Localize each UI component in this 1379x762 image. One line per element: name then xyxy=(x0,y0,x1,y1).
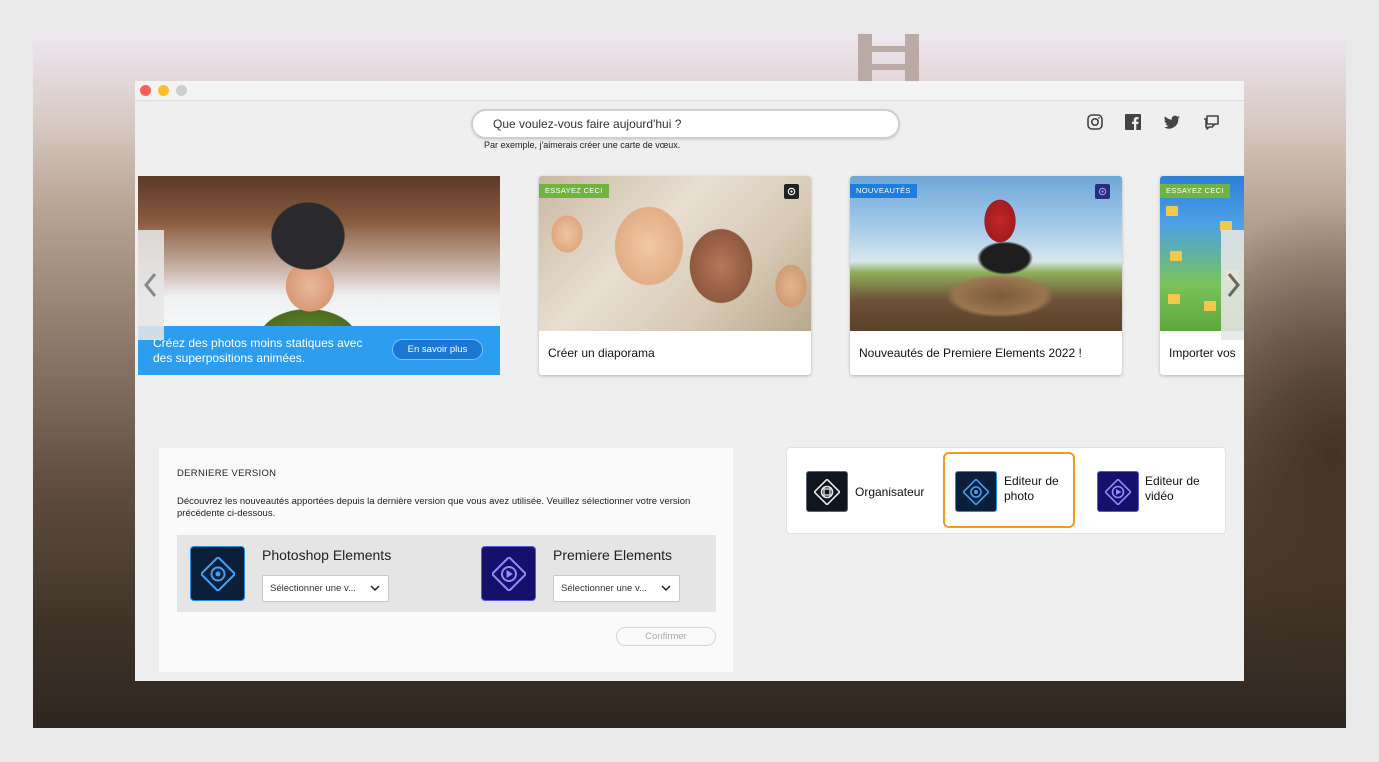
video-editor-icon xyxy=(1097,471,1139,512)
card-image xyxy=(850,176,1122,331)
organizer-icon xyxy=(806,471,848,512)
photo-editor-icon xyxy=(955,471,997,512)
try-this-badge: ESSAYEZ CECI xyxy=(539,184,609,198)
premiere-elements-icon xyxy=(481,546,536,601)
card-caption: Importer vos xyxy=(1169,346,1236,360)
product-name: Photoshop Elements xyxy=(262,547,392,563)
facebook-icon[interactable] xyxy=(1124,113,1142,131)
photoshop-elements-icon xyxy=(190,546,245,601)
close-window-button[interactable] xyxy=(140,85,151,96)
instagram-icon[interactable] xyxy=(1086,113,1104,131)
learn-more-button[interactable]: En savoir plus xyxy=(392,339,483,360)
premiere-badge-icon xyxy=(1095,184,1110,199)
label-line: photo xyxy=(1004,489,1035,503)
chevron-left-icon xyxy=(144,273,157,297)
card-caption: Nouveautés de Premiere Elements 2022 ! xyxy=(859,346,1082,360)
twitter-icon[interactable] xyxy=(1163,113,1181,131)
chevron-right-icon xyxy=(1227,273,1240,297)
photoshop-version-select[interactable]: Sélectionner une v... xyxy=(262,575,389,602)
app-switcher: Organisateur Editeur de photo Editeur de… xyxy=(786,447,1226,534)
photo-editor-label: Editeur de photo xyxy=(1004,474,1059,504)
label-line: Editeur de xyxy=(1004,474,1059,488)
product-name: Premiere Elements xyxy=(553,547,673,563)
chevron-down-icon xyxy=(661,585,671,592)
select-value: Sélectionner une v... xyxy=(270,583,356,594)
search-input[interactable]: Que voulez-vous faire aujourd'hui ? xyxy=(471,109,900,139)
carousel-prev-button[interactable] xyxy=(138,230,164,340)
try-this-badge: ESSAYEZ CECI xyxy=(1160,184,1230,198)
product-strip: Photoshop Elements Sélectionner une v...… xyxy=(177,535,716,612)
last-version-heading: DERNIERE VERSION xyxy=(177,468,277,479)
label-line: Editeur de xyxy=(1145,474,1200,488)
zoom-window-button[interactable] xyxy=(176,85,187,96)
organizer-label: Organisateur xyxy=(855,485,925,499)
card-image xyxy=(539,176,811,331)
select-value: Sélectionner une v... xyxy=(561,583,647,594)
carousel-card-whats-new[interactable]: NOUVEAUTÉS Nouveautés de Premiere Elemen… xyxy=(850,176,1122,375)
carousel-card-slideshow[interactable]: ESSAYEZ CECI Créer un diaporama xyxy=(539,176,811,375)
bridge-beam xyxy=(858,64,919,70)
search-hint: Par exemple, j'aimerais créer une carte … xyxy=(484,140,681,150)
carousel-next-button[interactable] xyxy=(1221,230,1244,340)
chevron-down-icon xyxy=(370,585,380,592)
card-caption: Créer un diaporama xyxy=(548,346,655,360)
confirm-button[interactable]: Confirmer xyxy=(616,627,716,646)
minimize-window-button[interactable] xyxy=(158,85,169,96)
bridge-tower xyxy=(905,34,919,84)
hero-text: Créez des photos moins statiques avec de… xyxy=(153,336,363,365)
bridge-beam xyxy=(858,46,919,52)
last-version-description: Découvrez les nouveautés apportées depui… xyxy=(177,496,691,519)
title-bar xyxy=(135,81,1244,101)
hero-image xyxy=(138,176,500,326)
folder-icon xyxy=(1204,301,1216,311)
carousel: Créez des photos moins statiques avec de… xyxy=(135,176,1244,376)
premiere-version-select[interactable]: Sélectionner une v... xyxy=(553,575,680,602)
folder-icon xyxy=(1166,206,1178,216)
folder-icon xyxy=(1168,294,1180,304)
label-line: vidéo xyxy=(1145,489,1174,503)
organizer-button[interactable]: Organisateur xyxy=(787,448,937,535)
hero-card[interactable]: Créez des photos moins statiques avec de… xyxy=(138,176,500,375)
last-version-panel: DERNIERE VERSION Découvrez les nouveauté… xyxy=(159,448,733,672)
new-badge: NOUVEAUTÉS xyxy=(850,184,917,198)
app-window: Que voulez-vous faire aujourd'hui ? Par … xyxy=(135,81,1244,681)
folder-icon xyxy=(1170,251,1182,261)
photo-editor-badge-icon xyxy=(784,184,799,199)
video-editor-label: Editeur de vidéo xyxy=(1145,474,1200,504)
chat-icon[interactable] xyxy=(1202,113,1220,131)
photo-editor-button[interactable]: Editeur de photo xyxy=(943,448,1075,535)
video-editor-button[interactable]: Editeur de vidéo xyxy=(1087,448,1227,535)
bridge-tower xyxy=(858,34,872,84)
